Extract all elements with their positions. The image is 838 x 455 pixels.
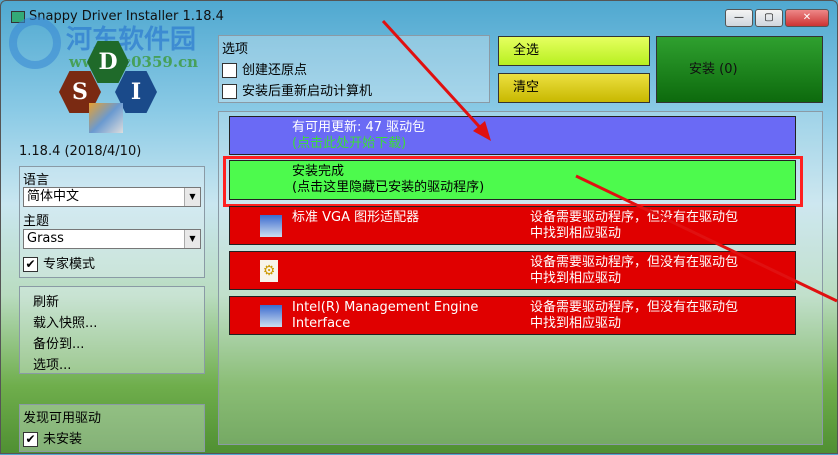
arrow-line xyxy=(381,19,488,136)
app-window: Snappy Driver Installer 1.18.4 — ▢ ✕ 河东软… xyxy=(0,0,838,454)
annotation-arrows xyxy=(381,19,838,303)
arrow-line xyxy=(575,174,838,303)
